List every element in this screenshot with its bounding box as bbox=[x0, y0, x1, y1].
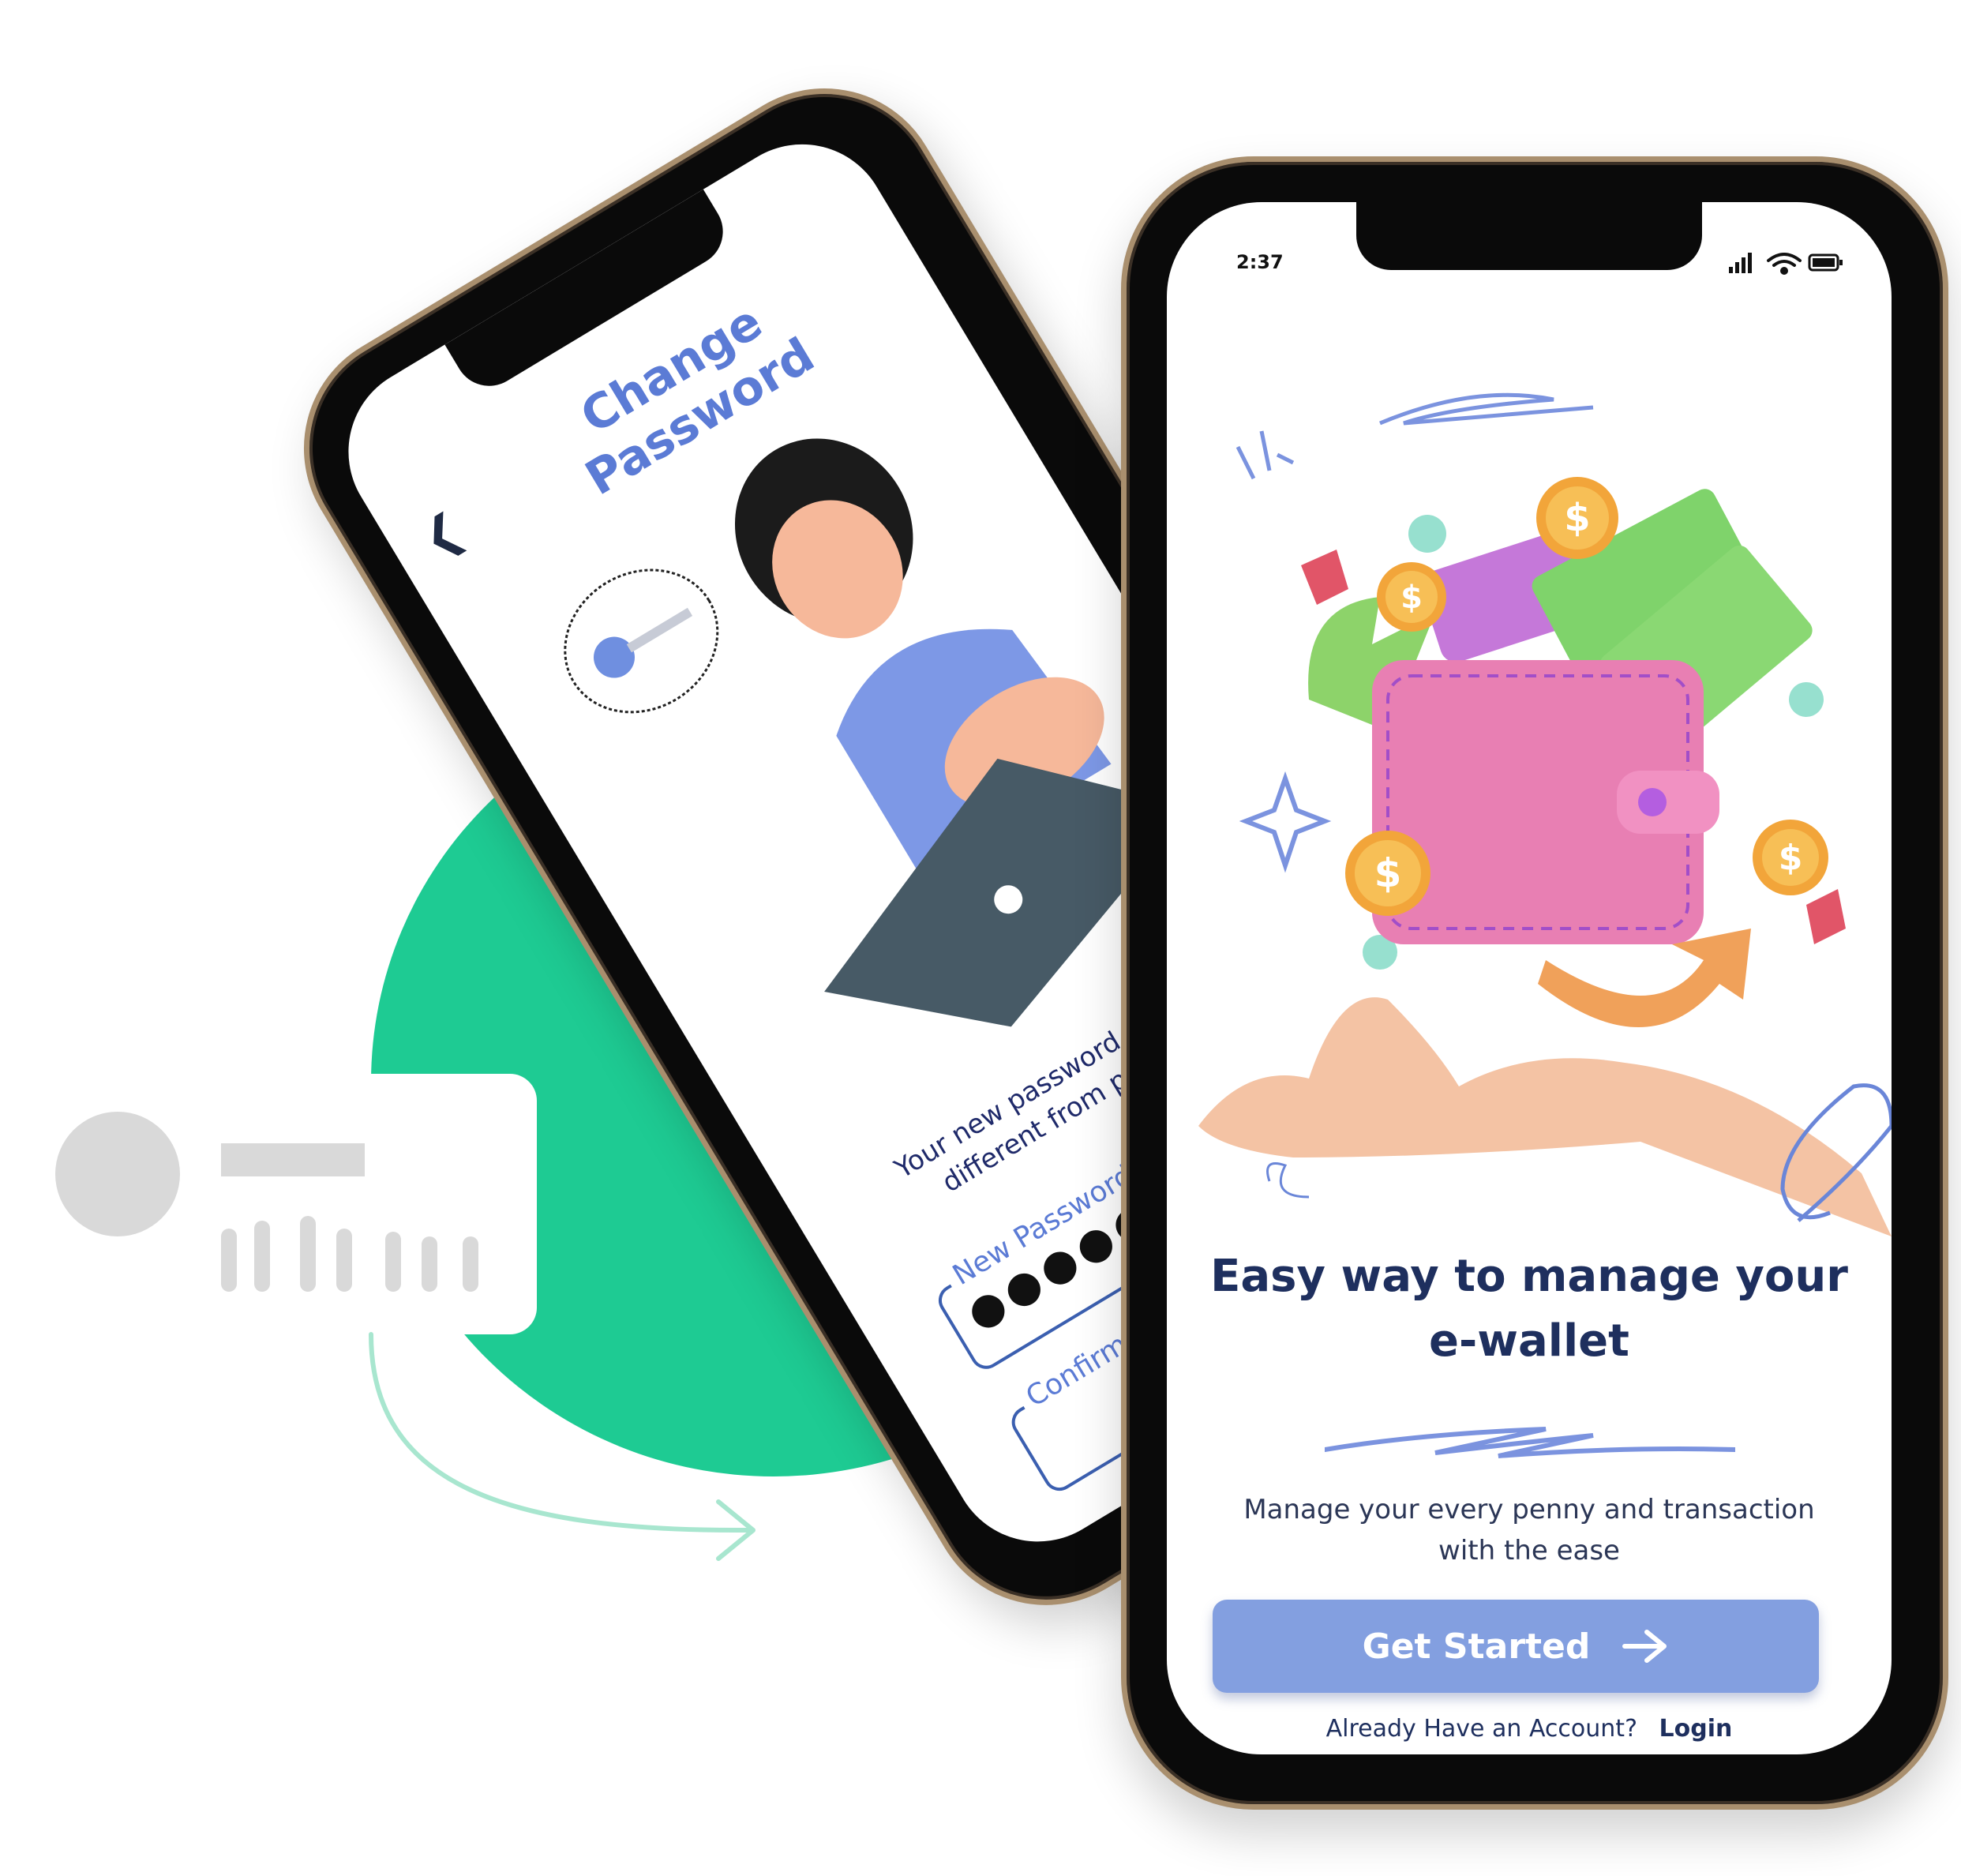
avatar-placeholder bbox=[55, 1112, 180, 1236]
status-icons bbox=[1729, 253, 1843, 275]
flow-arrow-decoration bbox=[369, 1332, 756, 1561]
battery-icon bbox=[1808, 253, 1843, 272]
login-row: Already Have an Account? Login bbox=[1198, 1715, 1860, 1743]
bar-placeholder bbox=[254, 1221, 270, 1292]
subtitle: Manage your every penny and transaction … bbox=[1243, 1494, 1815, 1566]
bar-placeholder bbox=[300, 1216, 316, 1292]
login-link[interactable]: Login bbox=[1659, 1715, 1733, 1743]
bar-placeholder bbox=[422, 1236, 437, 1292]
ewallet-phone: 2:37 $ $ $ $ Easy way to manage your e-w… bbox=[1121, 156, 1948, 1810]
wallet-hand-illustration: $ $ $ $ bbox=[1198, 392, 1892, 1236]
get-started-button[interactable]: Get Started bbox=[1213, 1600, 1819, 1693]
onboarding-screen: 2:37 $ $ $ $ Easy way to manage your e-w… bbox=[1167, 202, 1892, 1754]
svg-text:$: $ bbox=[1564, 496, 1590, 540]
svg-text:$: $ bbox=[1779, 838, 1803, 878]
svg-text:$: $ bbox=[1400, 580, 1423, 616]
get-started-label: Get Started bbox=[1362, 1626, 1591, 1667]
dollar-coin: $ bbox=[1753, 820, 1828, 895]
bar-placeholder bbox=[336, 1229, 352, 1292]
dollar-coin: $ bbox=[1345, 831, 1430, 916]
dollar-coin: $ bbox=[1377, 562, 1446, 632]
svg-text:$: $ bbox=[1374, 850, 1402, 896]
login-prompt: Already Have an Account? bbox=[1325, 1715, 1637, 1743]
bar-placeholder bbox=[385, 1232, 401, 1292]
signal-icon bbox=[1729, 253, 1752, 273]
bar-placeholder bbox=[463, 1236, 478, 1292]
back-chevron-icon[interactable]: ❮ bbox=[412, 501, 473, 566]
wifi-icon bbox=[1767, 253, 1802, 275]
phone-notch bbox=[1356, 202, 1702, 270]
status-time: 2:37 bbox=[1236, 251, 1284, 273]
bar-placeholder bbox=[221, 1229, 237, 1292]
text-line-placeholder bbox=[221, 1143, 365, 1176]
dollar-coin: $ bbox=[1536, 477, 1618, 559]
arrow-right-icon bbox=[1622, 1630, 1667, 1663]
scribble-decoration bbox=[1325, 1427, 1735, 1458]
headline: Easy way to manage your e-wallet bbox=[1210, 1251, 1848, 1367]
